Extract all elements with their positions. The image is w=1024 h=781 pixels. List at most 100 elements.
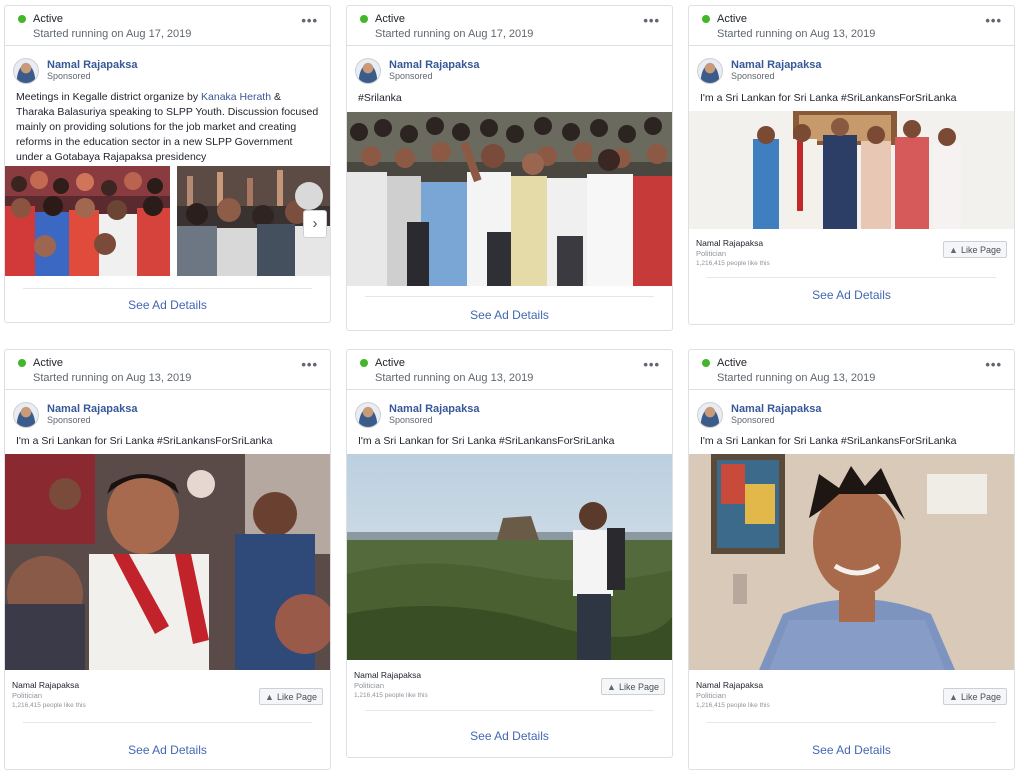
like-page-button[interactable]: ▲ Like Page (601, 678, 665, 695)
post-text: I'm a Sri Lankan for Sri Lanka #SriLanka… (358, 435, 615, 447)
poster-name[interactable]: Namal Rajapaksa (389, 59, 480, 71)
started-running-date: Started running on Aug 13, 2019 (717, 28, 876, 40)
sponsored-label: Sponsored (389, 415, 433, 425)
avatar[interactable] (355, 57, 381, 84)
divider (23, 288, 312, 289)
ad-photo[interactable] (689, 111, 1014, 229)
more-icon[interactable]: ••• (301, 358, 318, 371)
page-likes-count: 1,216,415 people like this (696, 260, 770, 267)
started-running-date: Started running on Aug 13, 2019 (717, 372, 876, 384)
post-text: I'm a Sri Lankan for Sri Lanka #SriLanka… (700, 435, 957, 447)
poster-name[interactable]: Namal Rajapaksa (47, 403, 138, 415)
started-running-date: Started running on Aug 13, 2019 (33, 372, 192, 384)
ad-photo[interactable] (689, 454, 1014, 670)
divider (23, 722, 312, 723)
sponsored-label: Sponsored (731, 415, 775, 425)
ad-photo[interactable] (5, 454, 330, 670)
avatar[interactable] (13, 401, 39, 428)
ad-card: Active Started running on Aug 13, 2019 •… (688, 349, 1015, 770)
poster-row: Namal Rajapaksa Sponsored (5, 46, 330, 87)
poster-row: Namal Rajapaksa Sponsored (347, 390, 672, 431)
like-page-button[interactable]: ▲ Like Page (943, 688, 1007, 705)
started-running-date: Started running on Aug 13, 2019 (375, 372, 534, 384)
post-text: Meetings in Kegalle district organize by… (5, 90, 330, 163)
status-label: Active (33, 357, 63, 369)
more-icon[interactable]: ••• (643, 14, 660, 27)
active-status-dot (360, 359, 368, 367)
thumbs-up-icon: ▲ (607, 681, 616, 692)
post-text-segment: Meetings in Kegalle district organize by (16, 91, 202, 103)
sponsored-label: Sponsored (47, 71, 91, 81)
avatar[interactable] (697, 57, 723, 84)
like-page-label: Like Page (960, 244, 1001, 255)
avatar[interactable] (13, 57, 39, 84)
status-label: Active (717, 357, 747, 369)
portrait-photo (689, 454, 1014, 670)
avatar[interactable] (355, 401, 381, 428)
post-text: I'm a Sri Lankan for Sri Lanka #SriLanka… (16, 435, 273, 447)
divider (707, 277, 996, 278)
active-status-dot (18, 359, 26, 367)
chevron-right-icon[interactable]: › (303, 210, 327, 238)
sigiriya-hiker-photo (347, 454, 672, 660)
sponsored-label: Sponsored (731, 71, 775, 81)
page-footer: Namal Rajapaksa Politician 1,216,415 peo… (347, 660, 672, 700)
poster-name[interactable]: Namal Rajapaksa (47, 59, 138, 71)
ad-status-header: Active Started running on Aug 17, 2019 •… (5, 6, 330, 46)
ad-card: Active Started running on Aug 17, 2019 •… (4, 5, 331, 323)
ad-status-header: Active Started running on Aug 13, 2019 •… (5, 350, 330, 390)
ad-card: Active Started running on Aug 13, 2019 •… (346, 349, 673, 758)
see-ad-details-link[interactable]: See Ad Details (689, 743, 1014, 757)
avatar[interactable] (697, 401, 723, 428)
thumbs-up-icon: ▲ (265, 691, 274, 702)
ad-status-header: Active Started running on Aug 13, 2019 •… (689, 350, 1014, 390)
poster-row: Namal Rajapaksa Sponsored (689, 46, 1014, 87)
ad-status-header: Active Started running on Aug 17, 2019 •… (347, 6, 672, 46)
thumbs-up-icon: ▲ (949, 691, 958, 702)
post-text: I'm a Sri Lankan for Sri Lanka #SriLanka… (700, 92, 957, 104)
active-status-dot (360, 15, 368, 23)
poster-row: Namal Rajapaksa Sponsored (5, 390, 330, 431)
like-page-button[interactable]: ▲ Like Page (259, 688, 323, 705)
more-icon[interactable]: ••• (985, 358, 1002, 371)
sponsored-label: Sponsored (47, 415, 91, 425)
active-status-dot (702, 359, 710, 367)
more-icon[interactable]: ••• (301, 14, 318, 27)
status-label: Active (717, 13, 747, 25)
see-ad-details-link[interactable]: See Ad Details (347, 729, 672, 743)
more-icon[interactable]: ••• (985, 14, 1002, 27)
divider (707, 722, 996, 723)
status-label: Active (375, 357, 405, 369)
see-ad-details-link[interactable]: See Ad Details (5, 743, 330, 757)
poster-name[interactable]: Namal Rajapaksa (389, 403, 480, 415)
ad-photo[interactable] (347, 112, 672, 286)
post-text: #Srilanka (358, 92, 402, 104)
ad-status-header: Active Started running on Aug 13, 2019 •… (689, 6, 1014, 46)
poster-name[interactable]: Namal Rajapaksa (731, 59, 822, 71)
poster-row: Namal Rajapaksa Sponsored (689, 390, 1014, 431)
more-icon[interactable]: ••• (643, 358, 660, 371)
tagged-person-link[interactable]: Kanaka Herath (201, 91, 271, 103)
see-ad-details-link[interactable]: See Ad Details (689, 288, 1014, 302)
like-page-label: Like Page (276, 691, 317, 702)
divider (365, 710, 654, 711)
thumbs-up-icon: ▲ (949, 244, 958, 255)
see-ad-details-link[interactable]: See Ad Details (5, 298, 330, 312)
like-page-button[interactable]: ▲ Like Page (943, 241, 1007, 258)
carousel-photo-crowd-1[interactable] (5, 166, 170, 276)
sponsored-label: Sponsored (389, 71, 433, 81)
ad-card: Active Started running on Aug 13, 2019 •… (688, 5, 1015, 325)
ad-card: Active Started running on Aug 17, 2019 •… (346, 5, 673, 331)
ad-photo[interactable] (347, 454, 672, 660)
poster-name[interactable]: Namal Rajapaksa (731, 403, 822, 415)
like-page-label: Like Page (960, 691, 1001, 702)
page-footer: Namal Rajapaksa Politician 1,216,415 peo… (689, 229, 1014, 269)
carousel: › (5, 166, 330, 276)
page-footer: Namal Rajapaksa Politician 1,216,415 peo… (689, 670, 1014, 710)
active-status-dot (18, 15, 26, 23)
like-page-label: Like Page (618, 681, 659, 692)
started-running-date: Started running on Aug 17, 2019 (33, 28, 192, 40)
status-label: Active (375, 13, 405, 25)
see-ad-details-link[interactable]: See Ad Details (347, 308, 672, 322)
page-footer: Namal Rajapaksa Politician 1,216,415 peo… (5, 670, 330, 710)
